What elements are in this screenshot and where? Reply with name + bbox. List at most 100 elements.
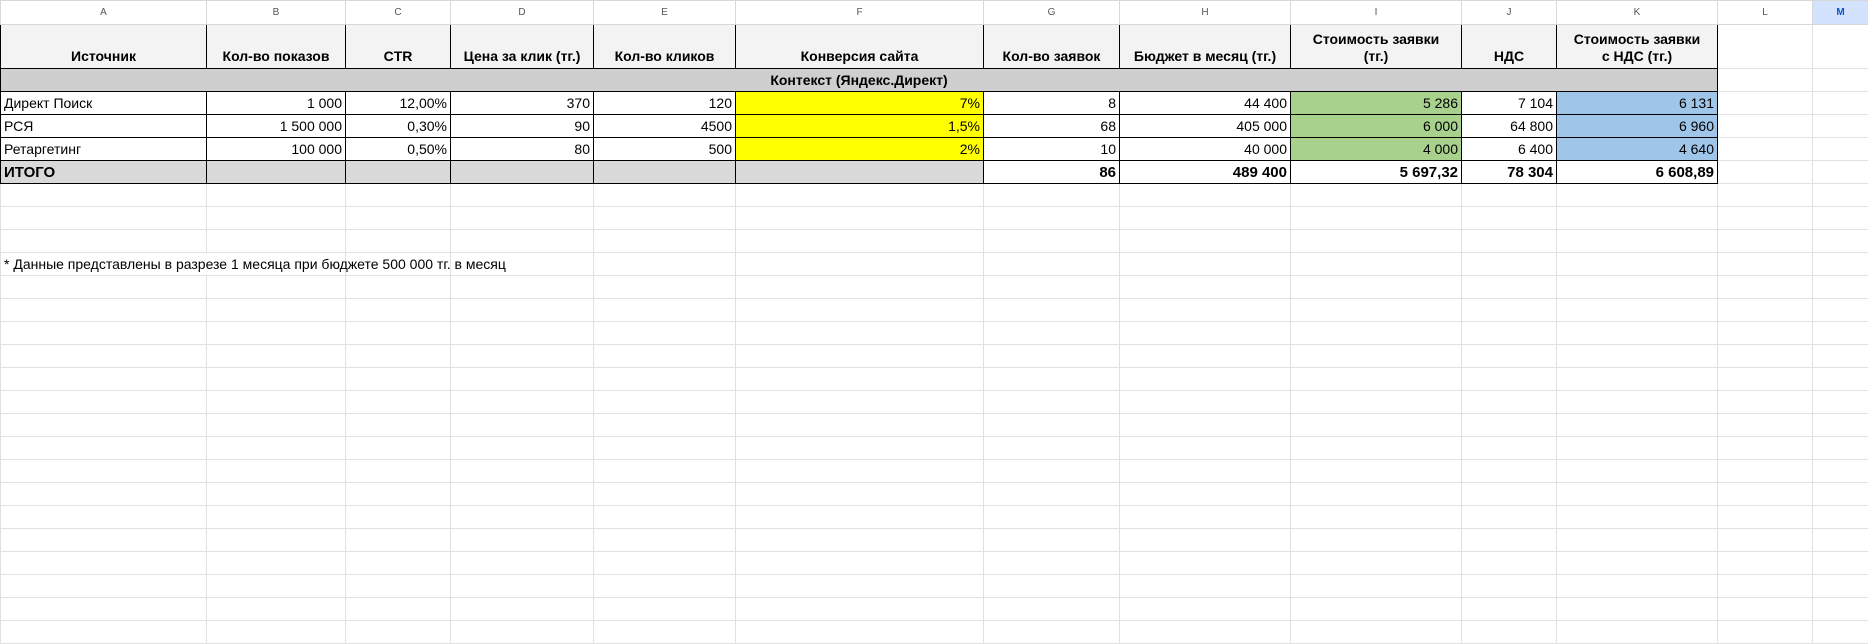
cell[interactable] [735,183,984,207]
cell-vat[interactable]: 7 104 [1461,91,1557,115]
cell[interactable] [1119,505,1291,529]
cell[interactable] [1812,160,1868,184]
cell[interactable] [593,321,736,345]
cell[interactable] [1461,597,1557,621]
cell[interactable] [735,390,984,414]
cell-cpc[interactable]: 90 [450,114,594,138]
cell[interactable] [735,252,984,276]
cell[interactable] [1290,436,1462,460]
cell[interactable] [1119,459,1291,483]
cell[interactable] [1556,413,1718,437]
cell-leads[interactable]: 68 [983,114,1120,138]
cell[interactable] [1556,252,1718,276]
cell[interactable] [206,551,346,575]
cell[interactable] [450,459,594,483]
cell[interactable] [0,574,207,598]
cell[interactable] [206,344,346,368]
cell[interactable] [1556,436,1718,460]
cell[interactable] [1461,436,1557,460]
cell[interactable] [1290,482,1462,506]
cell[interactable] [345,390,451,414]
cell-vat[interactable]: 64 800 [1461,114,1557,138]
cell[interactable] [1119,482,1291,506]
cell[interactable] [593,436,736,460]
cell[interactable] [593,252,736,276]
cell[interactable] [1717,275,1813,299]
cell[interactable] [1717,597,1813,621]
cell[interactable] [1556,459,1718,483]
cell[interactable] [345,413,451,437]
cell[interactable] [983,413,1120,437]
cell[interactable] [345,275,451,299]
cell[interactable] [1812,114,1868,138]
cell[interactable] [983,482,1120,506]
cell[interactable] [735,597,984,621]
cell[interactable] [450,551,594,575]
cell[interactable] [1812,321,1868,345]
cell[interactable] [0,206,207,230]
cell[interactable] [1461,367,1557,391]
cell[interactable] [593,390,736,414]
cell-conversion[interactable]: 2% [735,137,984,161]
column-header-g[interactable]: G [983,0,1120,25]
cell[interactable] [1717,482,1813,506]
column-header-d[interactable]: D [450,0,594,25]
cell[interactable] [1717,298,1813,322]
cell[interactable] [1290,620,1462,644]
cell-cpc[interactable]: 80 [450,137,594,161]
cell[interactable] [345,505,451,529]
cell[interactable] [983,574,1120,598]
header-ctr[interactable]: CTR [345,24,451,69]
cell[interactable] [983,528,1120,552]
cell[interactable] [345,436,451,460]
footnote[interactable]: * Данные представлены в разрезе 1 месяца… [0,252,506,276]
cell[interactable] [1717,91,1813,115]
cell[interactable] [345,183,451,207]
cell[interactable] [1290,459,1462,483]
totals-leads[interactable]: 86 [983,160,1120,184]
cell[interactable] [1119,344,1291,368]
cell-ctr[interactable]: 0,50% [345,137,451,161]
cell[interactable] [450,298,594,322]
cell[interactable] [1461,482,1557,506]
cell-leads[interactable]: 8 [983,91,1120,115]
cell[interactable] [1290,505,1462,529]
cell[interactable] [1119,229,1291,253]
cell[interactable] [206,275,346,299]
cell[interactable] [1812,24,1868,69]
cell[interactable] [1717,528,1813,552]
cell[interactable] [1812,91,1868,115]
cell[interactable] [735,551,984,575]
column-header-b[interactable]: B [206,0,346,25]
column-header-k[interactable]: K [1556,0,1718,25]
header-cpc[interactable]: Цена за клик (тг.) [450,24,594,69]
cell[interactable] [1812,574,1868,598]
column-header-m[interactable]: M [1812,0,1868,25]
cell[interactable] [983,229,1120,253]
cell[interactable] [450,413,594,437]
cell[interactable] [1119,436,1291,460]
cell[interactable] [735,275,984,299]
cell[interactable] [450,183,594,207]
cell[interactable] [1119,413,1291,437]
cell[interactable] [1290,528,1462,552]
cell[interactable] [345,344,451,368]
cell[interactable] [1812,390,1868,414]
cell[interactable] [1812,367,1868,391]
cell[interactable] [1556,275,1718,299]
cell-impressions[interactable]: 1 500 000 [206,114,346,138]
cell[interactable] [1119,597,1291,621]
cell[interactable] [593,459,736,483]
cell[interactable] [983,459,1120,483]
cell[interactable] [1717,505,1813,529]
cell[interactable] [1556,482,1718,506]
cell-lead-cost[interactable]: 5 286 [1290,91,1462,115]
column-header-a[interactable]: A [0,0,207,25]
cell[interactable] [1556,321,1718,345]
cell-clicks[interactable]: 4500 [593,114,736,138]
cell[interactable] [1461,252,1557,276]
cell[interactable] [735,436,984,460]
cell[interactable] [1119,574,1291,598]
cell[interactable] [735,505,984,529]
cell[interactable] [450,620,594,644]
